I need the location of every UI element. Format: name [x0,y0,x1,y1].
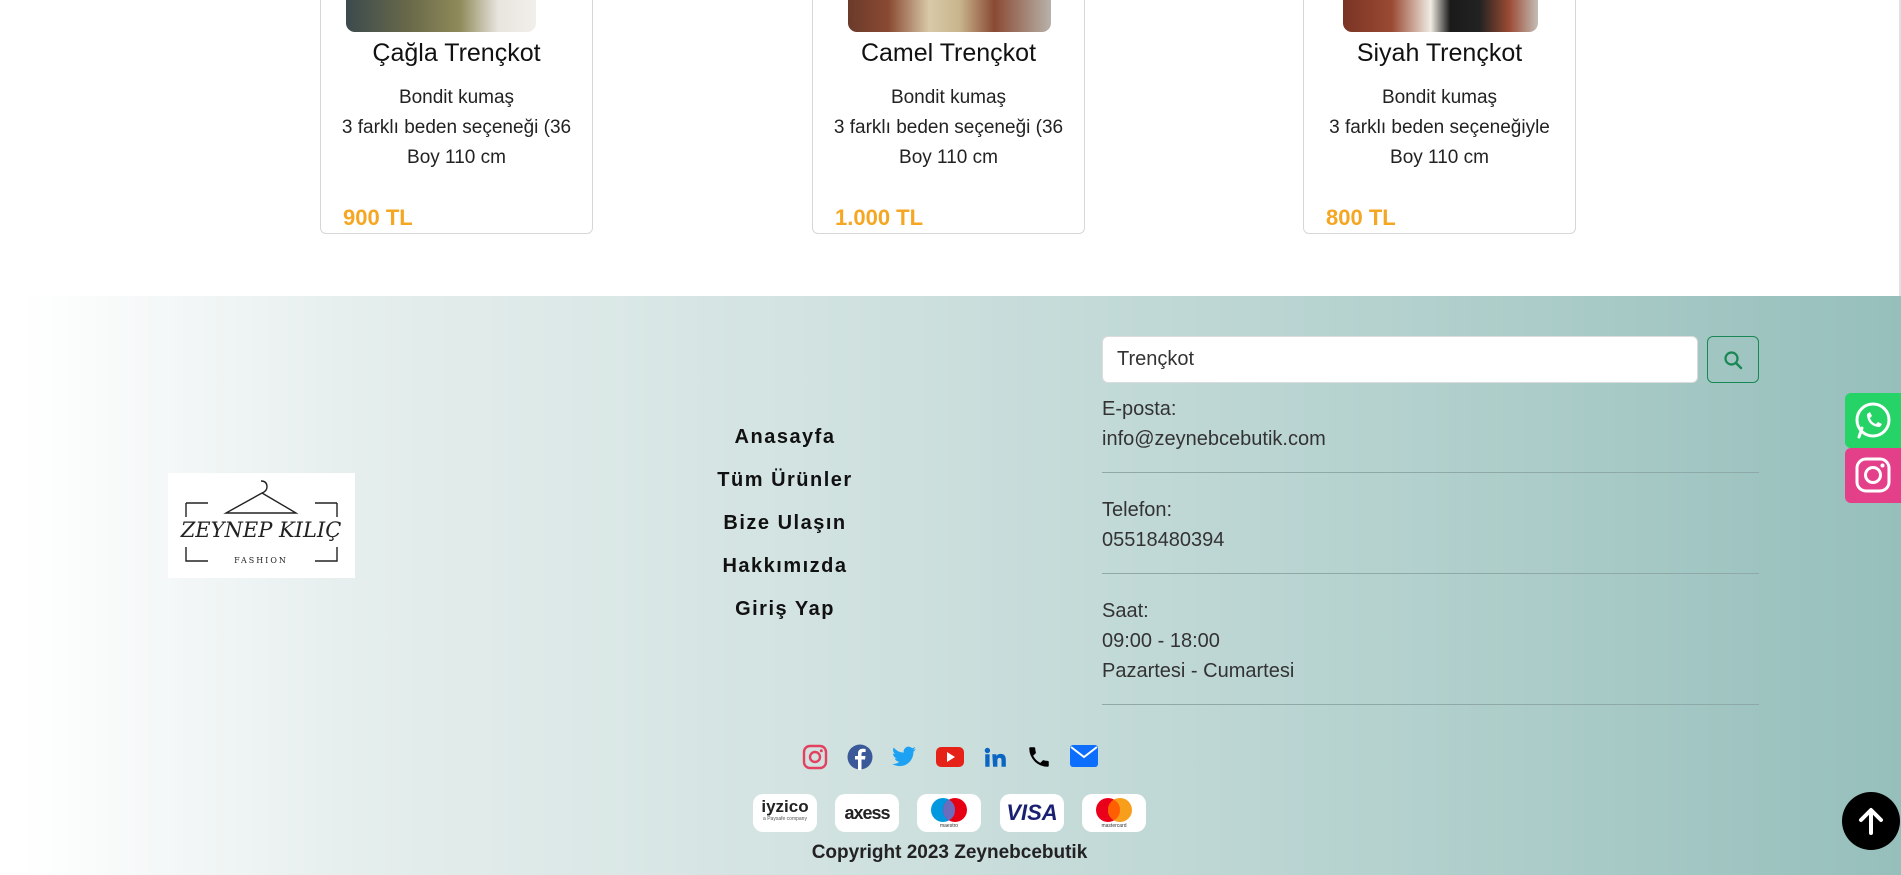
payment-logo-visa: VISA [1000,794,1064,832]
search-icon [1724,350,1743,369]
footer-nav: Anasayfa Tüm Ürünler Bize Ulaşın Hakkımı… [662,416,908,631]
payment-logo-axess: axess [835,794,899,832]
product-desc-line: Boy 110 cm [1390,147,1489,168]
contact-divider [1102,704,1759,705]
search-input[interactable] [1102,336,1698,383]
product-card[interactable]: Çağla Trençkot Bondit kumaş 3 farklı bed… [320,0,593,234]
payment-sublabel: a Paysafe company [763,816,807,822]
payment-logo-mastercard: mastercard [1082,794,1146,832]
product-desc-line: 3 farklı beden seçeneğiyle [1329,117,1550,138]
back-to-top-button[interactable] [1842,792,1900,850]
product-description: Bondit kumaş 3 farklı beden seçeneğiyle … [1324,83,1555,173]
product-description: Bondit kumaş 3 farklı beden seçeneği (36… [833,83,1064,173]
contact-hours: Saat: 09:00 - 18:00 Pazartesi - Cumartes… [1102,596,1759,686]
payment-logo-iyzico: iyzico a Paysafe company [753,794,817,832]
contact-divider [1102,472,1759,473]
site-footer: ZEYNEP KILIÇ FASHION Anasayfa Tüm Ürünle… [22,296,1901,875]
payment-label: axess [844,802,890,823]
phone-label: Telefon: [1102,499,1173,521]
product-title[interactable]: Camel Trençkot [813,39,1084,68]
product-desc-line: Bondit kumaş [398,87,515,108]
nav-link-contact[interactable]: Bize Ulaşın [662,502,908,545]
product-title[interactable]: Siyah Trençkot [1304,39,1575,68]
facebook-icon[interactable] [847,744,877,774]
email-value[interactable]: info@zeynebcebutik.com [1102,424,1759,454]
maestro-icon [931,798,967,822]
product-price: 1.000 TL [835,205,924,230]
product-desc-line: Boy 110 cm [899,147,998,168]
product-desc-line: Bondit kumaş [1381,87,1498,108]
nav-link-all-products[interactable]: Tüm Ürünler [662,459,908,502]
youtube-icon[interactable] [936,744,966,774]
product-card[interactable]: Camel Trençkot Bondit kumaş 3 farklı bed… [812,0,1085,234]
search-button[interactable] [1707,336,1759,383]
product-price: 900 TL [343,205,413,230]
product-desc-line: Bondit kumaş [890,87,1007,108]
whatsapp-icon [1855,402,1891,439]
contact-phone: Telefon: 05518480394 [1102,495,1759,555]
arrow-up-icon [1859,808,1883,835]
contact-email: E-posta: info@zeynebcebutik.com [1102,394,1759,454]
payment-label: mastercard [1101,823,1127,829]
envelope-icon[interactable] [1070,744,1100,774]
whatsapp-button[interactable] [1845,393,1901,448]
mastercard-icon [1096,798,1132,822]
payment-label: iyzico [761,797,809,816]
product-card[interactable]: Siyah Trençkot Bondit kumaş 3 farklı bed… [1303,0,1576,234]
nav-link-home[interactable]: Anasayfa [662,416,908,459]
product-desc-line: 3 farklı beden seçeneği (36 [833,117,1064,138]
payment-label: maestro [939,823,959,829]
logo-text: ZEYNEP KILIÇ [180,518,342,542]
instagram-icon [1855,457,1891,493]
brand-logo-graphic: ZEYNEP KILIÇ FASHION [180,480,342,565]
product-description: Bondit kumaş 3 farklı beden seçeneği (36… [341,83,572,173]
email-label: E-posta: [1102,398,1177,420]
product-image[interactable] [1343,0,1538,32]
nav-link-about[interactable]: Hakkımızda [662,545,908,588]
brand-logo[interactable]: ZEYNEP KILIÇ FASHION [168,473,355,578]
logo-subtext: FASHION [234,556,288,565]
phone-icon[interactable] [1026,744,1056,774]
copyright-text: Copyright 2023 Zeynebcebutik [811,842,1088,863]
payment-label: VISA [1006,800,1058,825]
phone-value[interactable]: 05518480394 [1102,525,1759,555]
hours-label: Saat: [1102,600,1149,622]
contact-divider [1102,573,1759,574]
nav-link-login[interactable]: Giriş Yap [662,588,908,631]
instagram-icon[interactable] [802,744,832,774]
product-image[interactable] [848,0,1051,32]
product-image[interactable] [346,0,536,32]
instagram-float-button[interactable] [1845,448,1901,503]
twitter-icon[interactable] [891,744,921,774]
product-title[interactable]: Çağla Trençkot [321,39,592,68]
hours-value: 09:00 - 18:00 [1102,630,1220,652]
days-value: Pazartesi - Cumartesi [1102,660,1295,682]
product-desc-line: Boy 110 cm [407,147,506,168]
payment-logo-maestro: maestro [917,794,981,832]
product-desc-line: 3 farklı beden seçeneği (36 [341,117,572,138]
product-list: Çağla Trençkot Bondit kumaş 3 farklı bed… [0,0,1901,296]
product-price: 800 TL [1326,205,1396,230]
linkedin-icon[interactable] [982,744,1012,774]
